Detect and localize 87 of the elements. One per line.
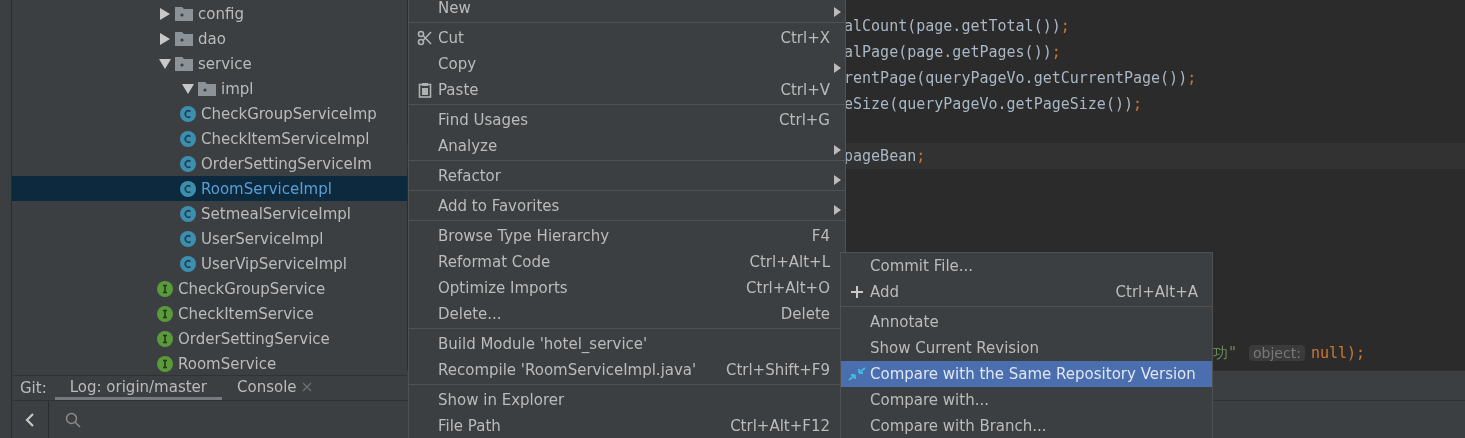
shortcut-text: Delete	[780, 305, 830, 323]
code-text: rentPage(queryPageVo.getCurrentPage())	[844, 69, 1188, 87]
code-text: null);	[1310, 344, 1366, 362]
class-icon	[180, 155, 196, 172]
class-icon	[180, 105, 196, 122]
code-text: 功"	[1213, 343, 1238, 363]
class-icon	[180, 130, 196, 147]
tree-item[interactable]: UserServiceImpl	[12, 226, 407, 251]
interface-icon	[157, 330, 173, 347]
tree-item[interactable]: UserVipServiceImpl	[12, 251, 407, 276]
menu-item[interactable]: Cut Ctrl+X	[409, 25, 845, 51]
submenu-arrow-icon	[834, 175, 841, 185]
shortcut-text: Ctrl+Alt+L	[749, 253, 830, 271]
menu-item[interactable]: Add Ctrl+Alt+A	[841, 279, 1212, 305]
parameter-hint: object:	[1249, 345, 1305, 361]
plus-icon	[850, 285, 864, 299]
menu-item[interactable]: Paste Ctrl+V	[409, 77, 845, 103]
shortcut-text: Ctrl+V	[780, 81, 830, 99]
tree-item[interactable]: impl	[12, 76, 407, 101]
submenu-arrow-icon	[834, 205, 841, 215]
code-text: ;	[1133, 95, 1142, 113]
menu-item[interactable]: Find Usages Ctrl+G	[409, 107, 845, 133]
git-label: Git:	[19, 378, 48, 399]
tree-item[interactable]: SetmealServiceImpl	[12, 201, 407, 226]
interface-icon	[157, 305, 173, 322]
folder-icon	[175, 6, 193, 21]
expanded-arrow-icon[interactable]	[182, 82, 194, 95]
tree-item[interactable]: CheckGroupServiceImp	[12, 101, 407, 126]
class-icon	[180, 255, 196, 272]
shortcut-text: Ctrl+Alt+A	[1115, 283, 1198, 301]
menu-item[interactable]: Compare with Branch...	[841, 413, 1212, 438]
code-text: ;	[1187, 69, 1197, 87]
menu-item[interactable]: Add to Favorites	[409, 193, 845, 219]
folder-icon	[198, 81, 216, 96]
compare-arrows-icon	[848, 366, 866, 382]
menu-item[interactable]: Compare with...	[841, 387, 1212, 413]
class-icon	[180, 205, 196, 222]
tool-tab[interactable]: Log: origin/master	[54, 376, 222, 400]
submenu-arrow-icon	[834, 63, 841, 73]
menu-item[interactable]: Commit File...	[841, 253, 1212, 279]
menu-item[interactable]: Compare with the Same Repository Version	[841, 361, 1212, 387]
tree-item[interactable]: config	[12, 1, 407, 26]
tree-item[interactable]: dao	[12, 26, 407, 51]
tree-item[interactable]: CheckItemService	[12, 301, 407, 326]
shortcut-text: Ctrl+Shift+F9	[725, 361, 830, 379]
menu-item[interactable]: New	[409, 0, 845, 21]
submenu-arrow-icon	[834, 145, 841, 155]
cut-icon	[417, 30, 433, 46]
interface-icon	[157, 355, 173, 372]
code-text: ;	[1051, 43, 1061, 61]
expanded-arrow-icon[interactable]	[159, 57, 171, 70]
class-icon	[180, 230, 196, 247]
code-text: ;	[1060, 17, 1070, 35]
tree-item[interactable]: CheckItemServiceImpl	[12, 126, 407, 151]
menu-item[interactable]: Refactor	[409, 163, 845, 189]
tree-item[interactable]: RoomService	[12, 351, 407, 375]
submenu-arrow-icon	[834, 7, 841, 17]
code-text: alPage(page.getPages())	[844, 43, 1052, 61]
tree-item[interactable]: OrderSettingService	[12, 326, 407, 351]
menu-item[interactable]: Show Current Revision	[841, 335, 1212, 361]
tree-item[interactable]: CheckGroupService	[12, 276, 407, 301]
code-text: ;	[916, 147, 926, 165]
tree-item[interactable]: service	[12, 51, 407, 76]
search-icon	[65, 411, 81, 428]
code-text: pageBean	[844, 147, 917, 165]
shortcut-text: Ctrl+Alt+F12	[730, 417, 830, 435]
tree-item[interactable]: OrderSettingServiceIm	[12, 151, 407, 176]
tool-tab[interactable]: Console	[222, 376, 327, 400]
back-icon[interactable]	[25, 412, 35, 427]
interface-icon	[157, 280, 173, 297]
menu-item[interactable]: Browse Type Hierarchy F4	[409, 223, 845, 249]
class-icon	[180, 180, 196, 197]
collapsed-arrow-icon[interactable]	[159, 32, 171, 45]
folder-icon	[175, 31, 193, 46]
menu-item[interactable]: Copy	[409, 51, 845, 77]
menu-item[interactable]: Analyze	[409, 133, 845, 159]
collapsed-arrow-icon[interactable]	[159, 7, 171, 20]
menu-item[interactable]: Annotate	[841, 309, 1212, 335]
shortcut-text: Ctrl+G	[779, 111, 830, 129]
tree-item[interactable]: RoomServiceImpl	[12, 176, 407, 201]
shortcut-text: Ctrl+Alt+O	[746, 279, 830, 297]
code-text: alCount(page.getTotal())	[844, 17, 1061, 35]
shortcut-text: F4	[811, 227, 830, 245]
code-text: eSize(queryPageVo.getPageSize())	[844, 95, 1133, 113]
shortcut-text: Ctrl+X	[780, 29, 830, 47]
clipboard-icon	[418, 82, 432, 98]
folder-icon	[175, 56, 193, 71]
